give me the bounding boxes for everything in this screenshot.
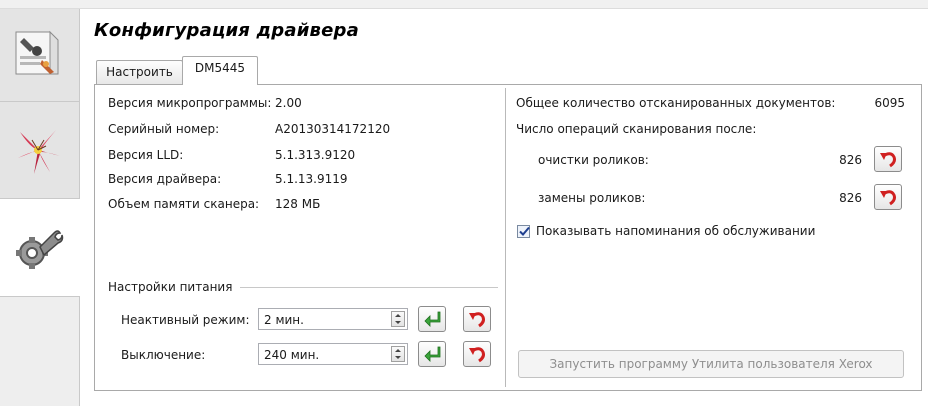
memory-label: Объем памяти сканера: — [108, 197, 260, 211]
power-settings-group-label: Настройки питания — [108, 280, 233, 294]
undo-arrow-icon — [880, 152, 896, 168]
roller-clean-label: очистки роликов: — [538, 153, 649, 167]
left-nav-rail — [0, 9, 80, 406]
power-off-label: Выключение: — [121, 348, 206, 362]
reset-sleep-button[interactable] — [463, 306, 491, 332]
total-scanned-label: Общее количество отсканированных докумен… — [516, 96, 836, 110]
lily-flower-icon — [18, 130, 60, 174]
driver-version-label: Версия драйвера: — [108, 172, 222, 186]
roller-replace-label: замены роликов: — [538, 191, 646, 205]
serial-value: A20130314172120 — [275, 122, 391, 136]
maintenance-reminder-label[interactable]: Показывать напоминания об обслуживании — [536, 224, 815, 238]
driver-version-value: 5.1.13.9119 — [275, 172, 348, 186]
memory-value: 128 МБ — [275, 197, 321, 211]
sleep-mode-input[interactable]: 2 мин. — [258, 308, 408, 330]
rail-item-tools[interactable] — [0, 199, 80, 297]
tab-settings[interactable]: Настроить — [96, 60, 183, 84]
lld-version-label: Версия LLD: — [108, 148, 184, 162]
undo-arrow-icon — [469, 347, 485, 363]
firmware-value: 2.00 — [275, 96, 302, 110]
page-title: Конфигурация драйвера — [94, 20, 359, 41]
total-scanned-value: 6095 — [874, 96, 905, 110]
enter-arrow-icon — [424, 346, 441, 362]
checkmark-icon — [519, 226, 530, 236]
maintenance-reminder-checkbox[interactable] — [517, 225, 530, 238]
top-strip — [0, 0, 928, 9]
apply-sleep-button[interactable] — [418, 306, 446, 332]
rail-item-image[interactable] — [0, 102, 79, 199]
panel-divider — [505, 88, 506, 387]
sleep-mode-spinner[interactable] — [391, 311, 405, 327]
power-group-separator — [240, 287, 498, 288]
sleep-mode-value: 2 мин. — [264, 313, 304, 327]
reset-replace-counter-button[interactable] — [874, 184, 902, 210]
power-off-input[interactable]: 240 мин. — [258, 343, 408, 365]
undo-arrow-icon — [880, 190, 896, 206]
power-off-spinner[interactable] — [391, 346, 405, 362]
undo-arrow-icon — [469, 312, 485, 328]
enter-arrow-icon — [424, 311, 441, 327]
scans-since-label: Число операций сканирования после: — [516, 122, 757, 136]
apply-power-off-button[interactable] — [418, 341, 446, 367]
lld-version-value: 5.1.313.9120 — [275, 148, 356, 162]
power-off-value: 240 мин. — [264, 348, 320, 362]
launch-utility-button[interactable]: Запустить программу Утилита пользователя… — [518, 350, 904, 378]
firmware-label: Версия микропрограммы: — [108, 96, 272, 110]
serial-label: Серийный номер: — [108, 122, 220, 136]
tab-dm5445[interactable]: DM5445 — [182, 56, 258, 85]
reset-power-off-button[interactable] — [463, 341, 491, 367]
reset-clean-counter-button[interactable] — [874, 146, 902, 172]
document-settings-icon — [15, 30, 59, 75]
rail-item-driver-config[interactable] — [0, 9, 79, 102]
roller-clean-value: 826 — [839, 153, 862, 167]
sleep-mode-label: Неактивный режим: — [121, 313, 250, 327]
roller-replace-value: 826 — [839, 191, 862, 205]
wrench-gear-icon — [16, 230, 64, 269]
